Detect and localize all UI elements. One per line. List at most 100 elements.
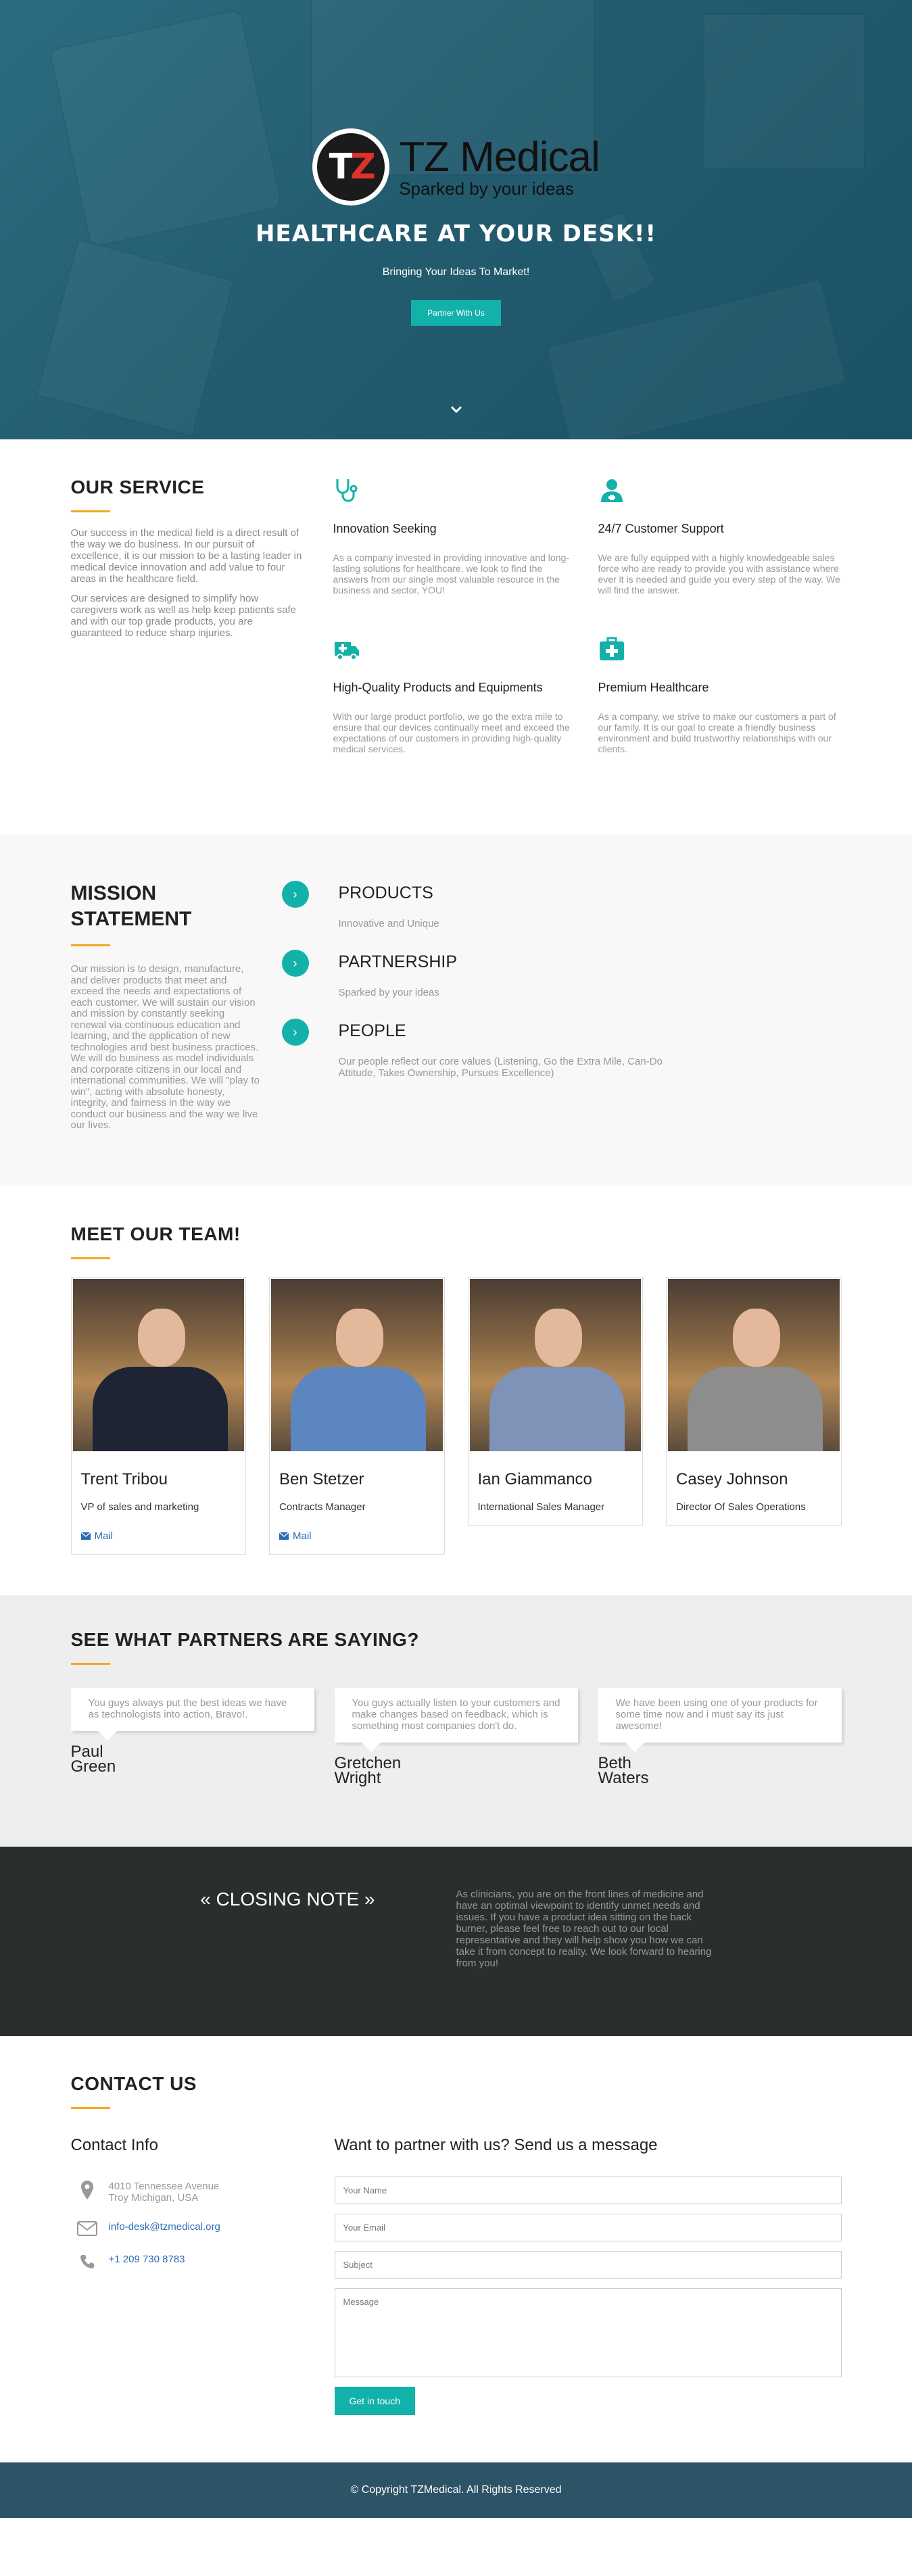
email-input[interactable] bbox=[334, 2213, 842, 2241]
mail-link[interactable]: Mail bbox=[279, 1530, 444, 1542]
team-member-role: International Sales Manager bbox=[477, 1501, 605, 1513]
medkit-icon bbox=[599, 637, 624, 660]
title-underline bbox=[70, 1257, 110, 1259]
get-in-touch-button[interactable]: Get in touch bbox=[334, 2386, 415, 2415]
mission-section: MISSION STATEMENT Our mission is to desi… bbox=[0, 835, 912, 1186]
service-item: 24/7 Customer Support We are fully equip… bbox=[598, 477, 842, 629]
subject-input[interactable] bbox=[334, 2250, 842, 2279]
hero-subtitle: Bringing Your Ideas To Market! bbox=[382, 266, 530, 278]
mission-item-title: PEOPLE bbox=[338, 1021, 406, 1040]
team-card: Casey Johnson Director Of Sales Operatio… bbox=[666, 1276, 842, 1526]
chevron-down-icon[interactable] bbox=[448, 402, 464, 418]
stethoscope-icon bbox=[336, 479, 357, 502]
contact-info-title: Contact Info bbox=[70, 2135, 158, 2154]
section-title: MEET OUR TEAM! bbox=[70, 1223, 241, 1244]
team-member-name: Ben Stetzer bbox=[279, 1469, 364, 1488]
closing-text: As clinicians, you are on the front line… bbox=[456, 1888, 712, 1969]
hero-title: HEALTHCARE AT YOUR DESK!! bbox=[255, 220, 657, 247]
title-underline bbox=[70, 2106, 110, 2109]
service-item-title: Innovation Seeking bbox=[333, 522, 437, 535]
mission-text: Our mission is to design, manufacture, a… bbox=[70, 963, 260, 1131]
testimonial-quote: You guys always put the best ideas we ha… bbox=[70, 1687, 314, 1741]
service-item-text: As a company invested in providing innov… bbox=[333, 552, 569, 596]
service-item-text: With our large product portfolio, we go … bbox=[333, 711, 570, 754]
title-underline bbox=[70, 510, 110, 512]
envelope-icon bbox=[80, 1532, 91, 1540]
service-item-text: As a company, we strive to make our cust… bbox=[598, 711, 836, 754]
team-member-photo bbox=[469, 1278, 641, 1451]
contact-phone-link[interactable]: +1 209 730 8783 bbox=[109, 2254, 185, 2265]
mail-link[interactable]: Mail bbox=[80, 1530, 246, 1542]
team-member-role: Contracts Manager bbox=[279, 1501, 366, 1513]
service-item-title: 24/7 Customer Support bbox=[598, 522, 724, 535]
address-item: 4010 Tennessee Avenue Troy Michigan, USA bbox=[71, 2180, 335, 2204]
service-paragraph: Our success in the medical field is a di… bbox=[70, 527, 302, 585]
map-marker-icon bbox=[80, 2180, 93, 2200]
chevron-right-icon: › bbox=[281, 950, 309, 977]
testimonial: We have been using one of your products … bbox=[598, 1687, 842, 1787]
message-textarea[interactable] bbox=[334, 2287, 842, 2377]
testimonial-quote: We have been using one of your products … bbox=[598, 1687, 842, 1752]
footer: © Copyright TZMedical. All Rights Reserv… bbox=[0, 2462, 912, 2518]
team-member-name: Casey Johnson bbox=[676, 1469, 788, 1488]
team-member-photo bbox=[271, 1278, 443, 1451]
brand-name: TZ Medical bbox=[399, 134, 600, 180]
team-member-name: Ian Giammanco bbox=[477, 1469, 592, 1488]
service-item: High-Quality Products and Equipments Wit… bbox=[333, 635, 577, 787]
service-item-text: We are fully equipped with a highly know… bbox=[598, 552, 840, 596]
email-item: info-desk@tzmedical.org bbox=[71, 2220, 335, 2236]
title-underline bbox=[70, 1662, 110, 1665]
chevron-right-icon: › bbox=[281, 1019, 309, 1046]
name-input[interactable] bbox=[334, 2176, 842, 2204]
logo-mark: TZ bbox=[312, 128, 390, 205]
mission-item: › PEOPLE Our people reflect our core val… bbox=[281, 1019, 690, 1079]
team-section: MEET OUR TEAM! Trent Tribou VP of sales … bbox=[0, 1186, 912, 1595]
team-card: Ben Stetzer Contracts Manager Mail bbox=[269, 1276, 445, 1555]
team-card: Trent Tribou VP of sales and marketing M… bbox=[70, 1276, 246, 1555]
envelope-outline-icon bbox=[76, 2220, 97, 2236]
hero-section: TZ TZ Medical Sparked by your ideas HEAL… bbox=[0, 0, 912, 439]
team-card: Ian Giammanco International Sales Manage… bbox=[467, 1276, 643, 1526]
copyright-text: © Copyright TZMedical. All Rights Reserv… bbox=[350, 2483, 562, 2496]
service-item: Innovation Seeking As a company invested… bbox=[333, 477, 577, 629]
team-member-role: VP of sales and marketing bbox=[80, 1501, 199, 1513]
phone-item: +1 209 730 8783 bbox=[71, 2254, 335, 2270]
mission-item-title: PRODUCTS bbox=[338, 883, 433, 902]
testimonial: You guys actually listen to your custome… bbox=[334, 1687, 578, 1787]
user-md-icon bbox=[600, 479, 623, 502]
testimonials-section: SEE WHAT PARTNERS ARE SAYING? You guys a… bbox=[0, 1595, 912, 1847]
service-item: Premium Healthcare As a company, we stri… bbox=[598, 635, 842, 787]
phone-icon bbox=[80, 2254, 94, 2268]
brand-tagline: Sparked by your ideas bbox=[399, 178, 574, 199]
testimonial-last-name: Wright bbox=[334, 1768, 381, 1787]
section-title: SEE WHAT PARTNERS ARE SAYING? bbox=[70, 1628, 419, 1650]
closing-section: « CLOSING NOTE » As clinicians, you are … bbox=[0, 1846, 912, 2036]
mission-item-title: PARTNERSHIP bbox=[338, 952, 458, 971]
testimonial-quote: You guys actually listen to your custome… bbox=[334, 1687, 578, 1752]
partner-with-us-button[interactable]: Partner With Us bbox=[411, 300, 501, 326]
mission-item: › PARTNERSHIP Sparked by your ideas bbox=[281, 950, 690, 998]
mission-item-text: Our people reflect our core values (List… bbox=[338, 1056, 663, 1079]
service-paragraph: Our services are designed to simplify ho… bbox=[70, 593, 297, 639]
mission-item: › PRODUCTS Innovative and Unique bbox=[281, 881, 690, 929]
contact-email-link[interactable]: info-desk@tzmedical.org bbox=[109, 2221, 220, 2233]
contact-form: Get in touch bbox=[334, 2176, 842, 2415]
address-line: 4010 Tennessee Avenue bbox=[108, 2180, 220, 2192]
section-title: OUR SERVICE bbox=[70, 477, 205, 497]
team-member-name: Trent Tribou bbox=[80, 1469, 168, 1488]
chevron-right-icon: › bbox=[281, 881, 309, 908]
closing-title: « CLOSING NOTE » bbox=[200, 1888, 375, 1910]
section-title: CONTACT US bbox=[70, 2072, 197, 2094]
testimonial-last-name: Green bbox=[70, 1757, 116, 1776]
section-title: MISSION STATEMENT bbox=[70, 882, 192, 930]
testimonial-last-name: Waters bbox=[598, 1768, 649, 1787]
brand-logo[interactable]: TZ TZ Medical Sparked by your ideas bbox=[312, 128, 600, 205]
ambulance-icon bbox=[334, 642, 359, 660]
testimonial: You guys always put the best ideas we ha… bbox=[70, 1687, 314, 1786]
contact-form-title: Want to partner with us? Send us a messa… bbox=[334, 2135, 658, 2154]
team-member-role: Director Of Sales Operations bbox=[676, 1501, 806, 1513]
service-section: OUR SERVICE Our success in the medical f… bbox=[0, 439, 912, 835]
envelope-icon bbox=[279, 1532, 289, 1540]
title-underline bbox=[70, 944, 110, 946]
team-member-photo bbox=[72, 1278, 244, 1451]
